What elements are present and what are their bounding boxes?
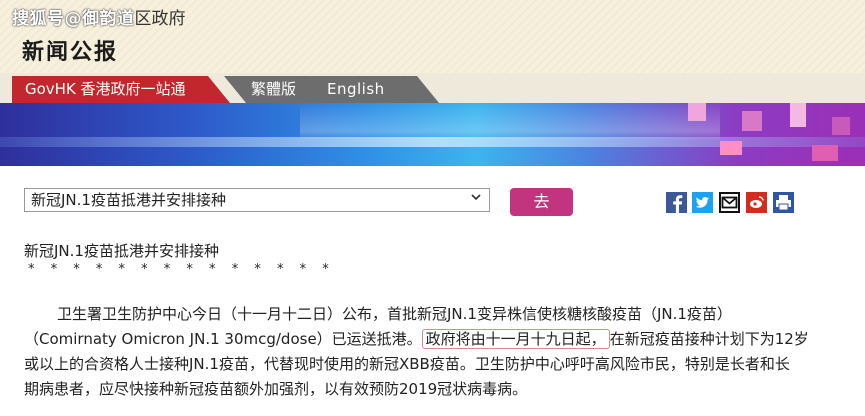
org-name: 搜狐号@御韵道区政府 <box>12 8 186 30</box>
chevron-down-icon <box>471 194 481 201</box>
article-body: 卫生署卫生防护中心今日（十一月十二日）公布，首批新冠JN.1变异株信使核糖核酸疫… <box>24 302 854 402</box>
tab-english[interactable]: English <box>307 76 439 103</box>
article-select-value: 新冠JN.1疫苗抵港并安排接种 <box>31 191 226 209</box>
mail-icon[interactable] <box>719 192 740 213</box>
section-title: 新闻公报 <box>22 40 119 65</box>
banner-square <box>812 145 838 161</box>
print-icon[interactable] <box>773 192 794 213</box>
banner-square <box>742 111 762 131</box>
article-select[interactable]: 新冠JN.1疫苗抵港并安排接种 <box>24 188 490 212</box>
weibo-icon[interactable] <box>746 192 767 213</box>
body-line: 卫生署卫生防护中心今日（十一月十二日）公布，首批新冠JN.1变异株信使核糖核酸疫… <box>57 305 732 323</box>
banner-square <box>688 103 706 121</box>
org-suffix: 区政府 <box>134 9 186 29</box>
twitter-icon[interactable] <box>692 192 713 213</box>
banner-square <box>790 103 806 127</box>
tab-govhk[interactable]: GovHK 香港政府一站通 <box>12 76 230 103</box>
watermark: 搜狐号@御韵道 <box>12 9 135 29</box>
body-text: 在新冠疫苗接种计划下为12岁 <box>609 330 809 348</box>
body-line: 期病患者，应尽快接种新冠疫苗额外加强剂，以有效预防2019冠状病毒病。 <box>24 380 528 398</box>
banner-square <box>832 117 850 135</box>
highlighted-date: 政府将由十一月十九日起， <box>421 329 610 349</box>
go-button[interactable]: 去 <box>510 188 573 216</box>
body-line: 或以上的合资格人士接种JN.1疫苗，代替现时使用的新冠XBB疫苗。卫生防护中心呼… <box>24 355 790 373</box>
facebook-icon[interactable] <box>666 192 687 213</box>
banner-light-streak <box>300 103 720 166</box>
body-text: （Comirnaty Omicron JN.1 30mcg/dose）已运送抵港… <box>24 330 422 348</box>
body-line: （Comirnaty Omicron JN.1 30mcg/dose）已运送抵港… <box>24 327 854 352</box>
article-title: 新冠JN.1疫苗抵港并安排接种 <box>24 242 219 260</box>
header-banner <box>0 103 865 166</box>
title-divider: * * * * * * * * * * * * * * <box>28 262 335 277</box>
banner-square <box>720 141 742 155</box>
